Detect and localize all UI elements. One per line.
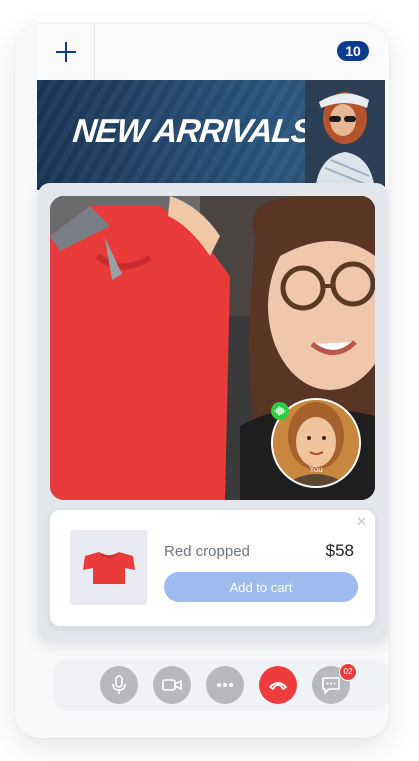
microphone-button[interactable] [100,666,138,704]
chat-icon [322,677,340,694]
plus-icon [55,42,76,62]
banner-title: NEW ARRIVALS [71,112,315,149]
add-to-cart-button[interactable]: Add to cart [164,572,358,602]
camera-icon [162,679,182,691]
product-card: ✕ Red cropped $58 Add to cart [50,510,375,626]
banner-model-image [305,80,385,190]
top-bar: 10 [37,24,389,81]
add-button[interactable] [37,24,95,80]
more-button[interactable] [206,666,244,704]
chat-button[interactable]: 02 [312,663,357,704]
microphone-icon [112,675,126,694]
product-price: $58 [325,541,354,560]
end-call-button[interactable] [259,666,297,704]
end-call-icon [269,682,287,690]
video-call-card: You ✕ Red cropped $58 Add to cart [38,183,388,641]
close-icon[interactable]: ✕ [356,514,367,530]
new-arrivals-banner[interactable]: NEW ARRIVALS [37,80,385,190]
notification-badge[interactable]: 10 [337,41,369,61]
phone-frame: 10 NEW ARRIVALS You ✕ Red cropped $58 Ad… [15,24,389,738]
call-controls: 02 [53,659,389,711]
camera-button[interactable] [153,666,191,704]
self-label: You [309,465,323,474]
audio-wave-icon [271,402,289,420]
remote-video[interactable]: You [50,196,375,500]
product-name: Red cropped [164,543,250,560]
more-icon [217,683,233,687]
red-top-image [82,551,135,584]
chat-badge: 02 [339,663,357,681]
product-thumbnail[interactable] [70,530,147,605]
